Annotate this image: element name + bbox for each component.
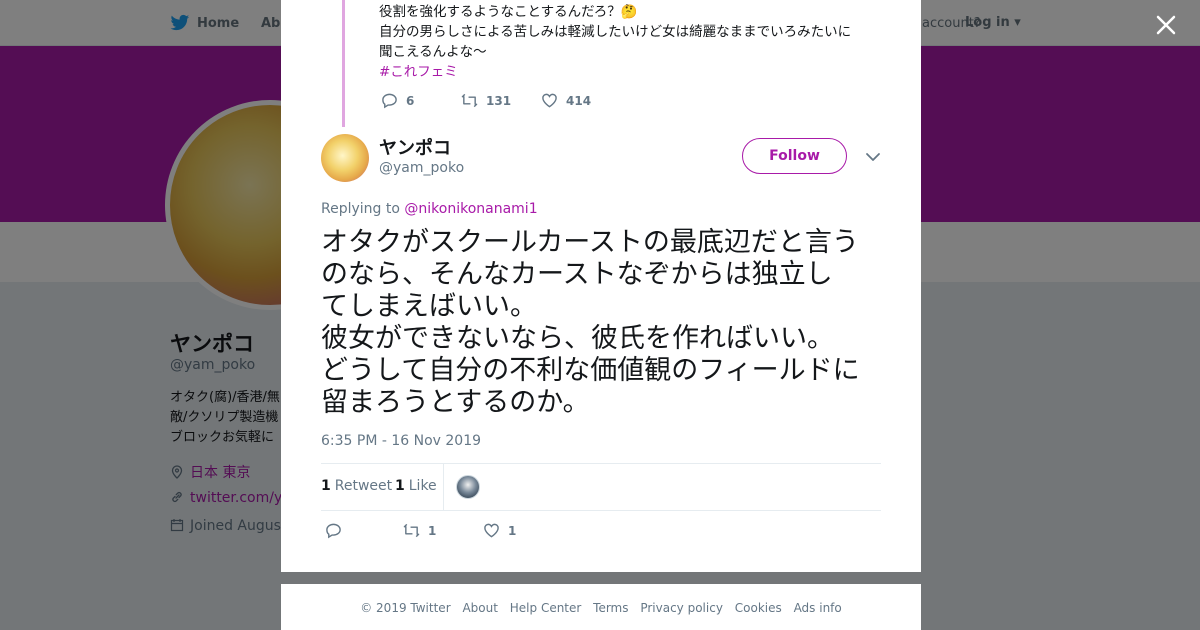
retweet-stat-count: 1 bbox=[321, 478, 331, 494]
like-stat-label: Like bbox=[408, 478, 437, 494]
parent-tweet-line: 自分の男らしさによる苦しみは軽減したいけど女は綺麗なままでいろみたいに bbox=[379, 24, 852, 40]
parent-tweet-line: 役割を強化するようなことするんだろ？🤔 bbox=[379, 4, 638, 20]
replying-to: Replying to @nikonikonanami1 bbox=[321, 201, 538, 217]
hashtag-link[interactable]: #これフェミ bbox=[379, 62, 879, 82]
like-stat-count: 1 bbox=[395, 478, 405, 494]
footer-link-terms[interactable]: Terms bbox=[593, 601, 628, 615]
footer-copyright: © 2019 Twitter bbox=[360, 601, 451, 615]
tweet-modal: 役割を強化するようなことするんだろ？🤔 自分の男らしさによる苦しみは軽減したいけ… bbox=[281, 0, 921, 572]
retweet-icon bbox=[403, 523, 420, 538]
follow-button[interactable]: Follow bbox=[742, 138, 847, 174]
parent-tweet-line: 聞こえるんよな〜 bbox=[379, 44, 487, 60]
replying-prefix: Replying to bbox=[321, 201, 400, 217]
like-stat[interactable]: 1 Like bbox=[395, 478, 437, 494]
footer-link-help[interactable]: Help Center bbox=[510, 601, 582, 615]
heart-icon bbox=[484, 523, 499, 538]
tweet-text: オタクがスクールカーストの最底辺だと言う のなら、そんなカーストなぞからは独立し… bbox=[321, 227, 860, 418]
heart-icon bbox=[542, 93, 557, 108]
footer-link-about[interactable]: About bbox=[462, 601, 497, 615]
retweet-icon bbox=[461, 93, 478, 108]
conversation-thread-line bbox=[342, 0, 345, 127]
footer: © 2019 Twitter About Help Center Terms P… bbox=[281, 584, 921, 630]
stats-divider bbox=[443, 464, 444, 510]
retweet-button[interactable]: 1 bbox=[403, 522, 436, 539]
action-like-count: 1 bbox=[508, 524, 517, 538]
reply-icon bbox=[326, 523, 341, 539]
avatar[interactable] bbox=[321, 134, 369, 182]
reply-count: 6 bbox=[406, 94, 415, 108]
retweet-stat-label: Retweet bbox=[334, 478, 393, 494]
retweet-count: 131 bbox=[486, 94, 512, 108]
close-icon[interactable] bbox=[1153, 12, 1179, 38]
tweet-timestamp[interactable]: 6:35 PM - 16 Nov 2019 bbox=[321, 433, 481, 449]
tweet-author-handle[interactable]: @yam_poko bbox=[379, 160, 464, 176]
tweet-author-name[interactable]: ヤンポコ bbox=[379, 134, 451, 160]
parent-tweet-text: 役割を強化するようなことするんだろ？🤔 自分の男らしさによる苦しみは軽減したいけ… bbox=[379, 2, 879, 82]
retweet-stat[interactable]: 1 Retweet bbox=[321, 478, 392, 494]
reply-button[interactable] bbox=[325, 522, 350, 539]
action-retweet-count: 1 bbox=[428, 524, 437, 538]
footer-link-cookies[interactable]: Cookies bbox=[735, 601, 782, 615]
chevron-down-icon[interactable] bbox=[865, 150, 881, 164]
footer-link-privacy[interactable]: Privacy policy bbox=[640, 601, 723, 615]
like-button[interactable]: 1 bbox=[483, 522, 516, 539]
like-button[interactable]: 414 bbox=[541, 92, 591, 109]
liker-avatar[interactable] bbox=[456, 475, 480, 499]
like-count: 414 bbox=[566, 94, 592, 108]
retweet-button[interactable]: 131 bbox=[461, 92, 511, 109]
reply-icon bbox=[382, 93, 397, 109]
replying-to-link[interactable]: @nikonikonanami1 bbox=[404, 201, 537, 217]
reply-button[interactable]: 6 bbox=[381, 92, 414, 109]
footer-link-ads[interactable]: Ads info bbox=[794, 601, 842, 615]
tweet-stats: 1 Retweet 1 Like bbox=[321, 463, 881, 511]
